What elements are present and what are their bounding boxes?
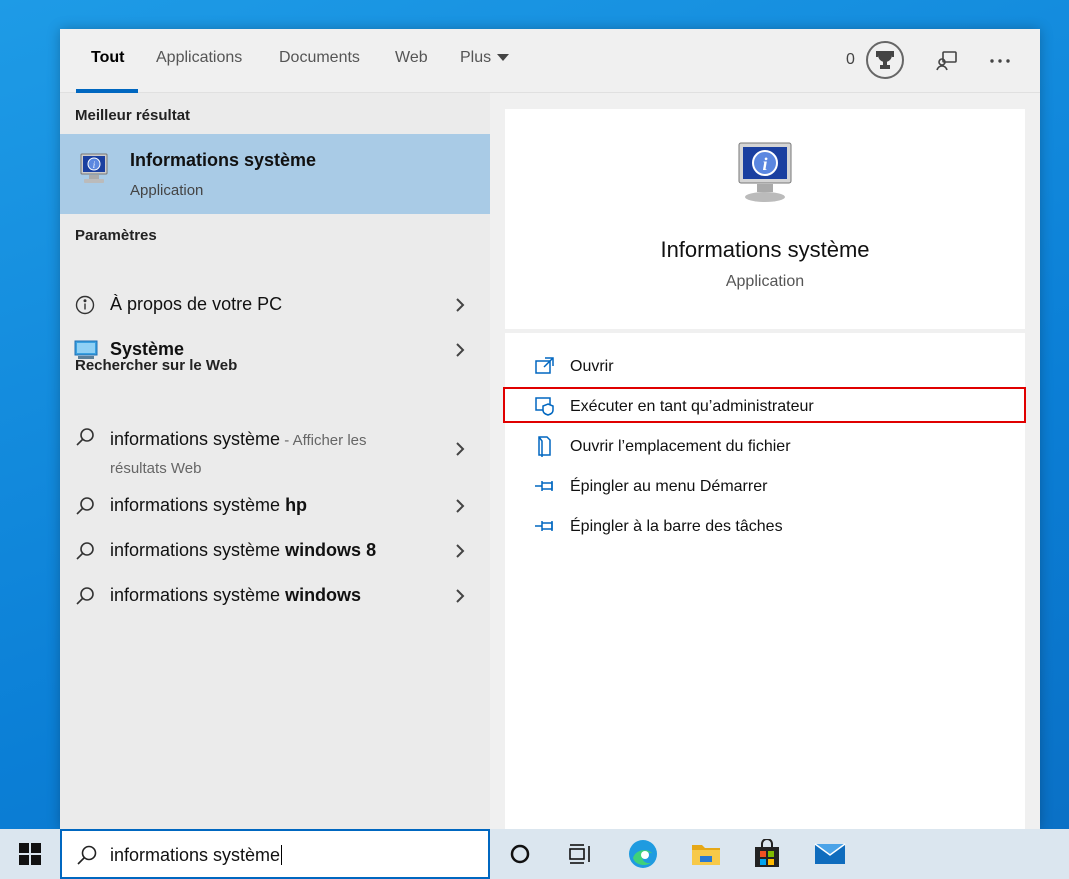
chevron-right-icon: [453, 340, 467, 360]
feedback-icon[interactable]: [933, 47, 961, 75]
settings-heading: Paramètres: [75, 227, 157, 244]
web-result-hint-line2: résultats Web: [110, 460, 202, 477]
tab-more-label: Plus: [460, 49, 492, 66]
best-match-item[interactable]: i Informations système Application: [60, 134, 490, 214]
file-explorer-icon[interactable]: [688, 837, 724, 871]
app-title: Informations système: [660, 237, 870, 262]
web-result-query: informations système: [110, 495, 286, 515]
rewards-points: 0: [846, 51, 855, 68]
cortana-icon[interactable]: [502, 837, 538, 871]
chevron-down-icon: [497, 54, 510, 62]
task-view-icon[interactable]: [562, 837, 598, 871]
action-label: Épingler au menu Démarrer: [570, 478, 768, 495]
web-result-label: informations système - Afficher les résu…: [110, 426, 367, 482]
action-open-file-location[interactable]: Ouvrir l’emplacement du fichier: [505, 429, 1025, 465]
web-result-label: informations système windows: [110, 585, 361, 606]
action-pin-taskbar[interactable]: Épingler à la barre des tâches: [505, 509, 1025, 545]
settings-item-about-pc[interactable]: À propos de votre PC: [60, 291, 490, 319]
file-location-icon: [533, 435, 557, 457]
chevron-right-icon: [453, 295, 467, 315]
best-match-title: Informations système: [130, 150, 317, 170]
web-result-item[interactable]: informations système hp: [60, 492, 490, 520]
info-icon: [74, 294, 96, 316]
system-info-icon: i: [78, 152, 110, 191]
web-result-suggestion: hp: [285, 495, 308, 515]
search-tabs-header: Tout Applications Documents Web Plus 0: [60, 29, 1040, 93]
tab-applications[interactable]: Applications: [156, 49, 242, 73]
best-match-heading: Meilleur résultat: [75, 107, 191, 124]
web-result-query: informations système: [110, 540, 286, 560]
more-options-icon[interactable]: [986, 47, 1014, 75]
search-query: informations système: [110, 845, 281, 865]
web-result-query: informations système: [110, 429, 281, 449]
action-pin-start[interactable]: Épingler au menu Démarrer: [505, 469, 1025, 505]
app-subtitle: Application: [725, 273, 805, 290]
action-open[interactable]: Ouvrir: [505, 349, 1025, 385]
search-icon: [74, 426, 96, 448]
pin-icon: [533, 475, 557, 497]
results-list: Meilleur résultat i Informations système…: [60, 93, 490, 829]
store-icon[interactable]: [749, 837, 785, 871]
text-caret: [281, 845, 283, 865]
web-search-heading: Rechercher sur le Web: [75, 357, 238, 374]
shield-icon: [533, 395, 557, 417]
app-actions-list: Ouvrir Exécuter en tant qu’administrateu…: [505, 333, 1025, 829]
open-icon: [533, 355, 557, 377]
web-result-label: informations système windows 8: [110, 540, 376, 561]
search-icon: [74, 495, 96, 517]
svg-text:i: i: [762, 154, 767, 174]
taskbar: informations système: [0, 829, 1069, 879]
chevron-right-icon: [453, 439, 467, 459]
pin-icon: [533, 515, 557, 537]
action-label: Ouvrir l’emplacement du fichier: [570, 438, 791, 455]
search-icon: [76, 844, 98, 871]
action-label: Ouvrir: [570, 358, 614, 375]
search-icon: [74, 540, 96, 562]
action-label: Épingler à la barre des tâches: [570, 518, 783, 535]
settings-item-label: À propos de votre PC: [110, 294, 283, 314]
mail-icon[interactable]: [812, 837, 848, 871]
web-result-hint: - Afficher les: [280, 432, 367, 449]
web-result-suggestion: windows 8: [285, 540, 377, 560]
chevron-right-icon: [453, 586, 467, 606]
system-info-large-icon: i: [733, 139, 797, 210]
action-label: Exécuter en tant qu’administrateur: [570, 398, 814, 415]
windows-icon: [19, 843, 41, 865]
edge-icon[interactable]: [625, 837, 661, 871]
web-result-suggestion: windows: [285, 585, 362, 605]
tab-web[interactable]: Web: [395, 49, 428, 73]
app-preview-card: i Informations système Application: [505, 109, 1025, 329]
web-result-item[interactable]: informations système windows 8: [60, 537, 490, 565]
trophy-icon[interactable]: [866, 41, 904, 79]
web-result-item[interactable]: informations système - Afficher les résu…: [60, 423, 490, 479]
start-button[interactable]: [0, 829, 60, 879]
best-match-subtitle: Application: [130, 182, 204, 199]
web-result-item[interactable]: informations système windows: [60, 582, 490, 610]
search-icon: [74, 585, 96, 607]
search-input-text: informations système: [110, 845, 283, 866]
search-panel: Tout Applications Documents Web Plus 0 M…: [60, 29, 1040, 829]
tab-all[interactable]: Tout: [91, 49, 124, 73]
web-result-label: informations système hp: [110, 495, 307, 516]
web-result-query: informations système: [110, 585, 286, 605]
action-run-as-admin[interactable]: Exécuter en tant qu’administrateur: [505, 389, 1025, 425]
tab-documents[interactable]: Documents: [279, 49, 360, 73]
taskbar-search-input[interactable]: informations système: [60, 829, 490, 879]
chevron-right-icon: [453, 496, 467, 516]
tab-more[interactable]: Plus: [460, 49, 510, 73]
chevron-right-icon: [453, 541, 467, 561]
